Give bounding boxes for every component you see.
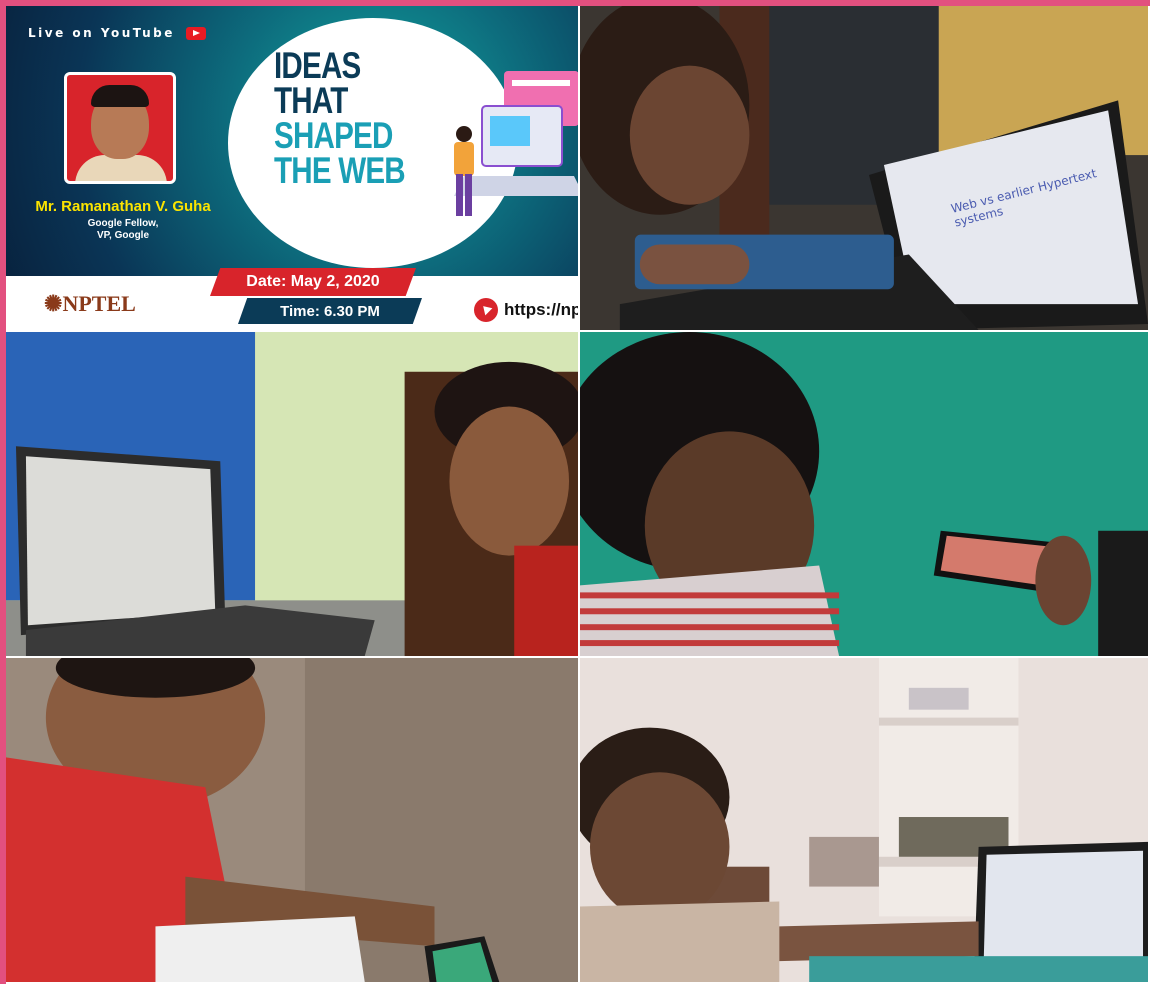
event-url: https://np [504,300,580,319]
headline-line-2: THAT [274,80,348,121]
headline-line-4: THE WEB [274,150,406,191]
photo-phone-viewer-2 [6,658,580,984]
speaker-role-line-1: Google Fellow, [87,218,159,229]
live-label-text: Live on YouTube [28,26,175,40]
screen-image [490,116,530,146]
figure-leg-right [465,174,472,216]
window-bar [512,80,570,86]
photo-laptop-viewer-1: Web vs earlier Hypertext systems [580,6,1150,332]
photo-scene-4 [6,658,578,982]
nptel-logo: ✺NPTEL [44,291,136,317]
photo-laptop-viewer-3 [580,658,1150,984]
photo-phone-viewer-1 [580,332,1150,658]
figure-leg-left [456,174,463,216]
photo-collage-grid: Live on YouTube Mr. Ramanathan V. Guha G… [6,6,1150,984]
photo-scene-1 [580,6,1148,330]
speaker-photo [64,72,176,184]
live-on-youtube-label: Live on YouTube [28,26,206,40]
webinar-poster: Live on YouTube Mr. Ramanathan V. Guha G… [6,6,580,332]
event-date: Date: May 2, 2020 [210,268,416,296]
nptel-text: NPTEL [62,291,136,316]
figure-body [454,142,474,176]
speaker-hair [91,85,149,107]
collage-frame: Live on YouTube Mr. Ramanathan V. Guha G… [0,0,1150,984]
speaker-role-line-2: VP, Google [96,230,150,241]
nptel-emblem-icon: ✺ [44,291,63,316]
photo-scene-3 [580,332,1148,656]
speaker-shirt [75,155,167,181]
cursor-link-icon [474,298,498,322]
photo-scene-2 [6,332,578,656]
photo-scene-5 [580,658,1148,982]
headline-line-1: IDEAS [274,45,361,86]
speaker-name: Mr. Ramanathan V. Guha [35,198,211,215]
speaker-role: Google Fellow, VP, Google [28,218,218,242]
youtube-icon [185,27,206,40]
figure-head [456,126,472,142]
laptop-keyboard [454,176,578,196]
laptop-illustration [454,71,578,216]
photo-laptop-viewer-2 [6,332,580,658]
event-time: Time: 6.30 PM [238,298,422,324]
headline-line-3: SHAPED [274,115,393,156]
poster-headline: IDEAS THAT SHAPED THE WEB [274,45,406,191]
